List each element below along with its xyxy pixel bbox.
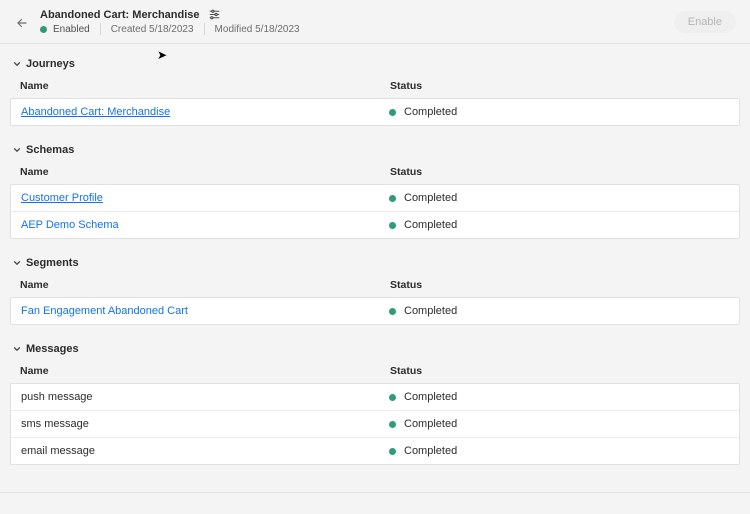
col-status-header: Status [390,279,730,291]
row-name: push message [21,391,389,403]
section-header-journeys[interactable]: Journeys [10,58,740,70]
created-label: Created 5/18/2023 [111,24,194,35]
row-status-label: Completed [404,219,457,231]
row-name[interactable]: AEP Demo Schema [21,219,389,231]
table-row[interactable]: push message Completed [11,384,739,410]
page-title: Abandoned Cart: Merchandise [40,9,200,21]
page-header: Abandoned Cart: Merchandise Enabled Crea… [0,0,750,44]
table-row[interactable]: sms message Completed [11,410,739,437]
table-row[interactable]: Customer Profile Completed [11,185,739,211]
row-status-label: Completed [404,305,457,317]
section-segments: Segments Name Status Fan Engagement Aban… [10,257,740,325]
col-status-header: Status [390,365,730,377]
row-name[interactable]: Fan Engagement Abandoned Cart [21,305,389,317]
status-dot-icon [389,308,396,315]
row-status: Completed [389,418,729,430]
col-name-header: Name [20,166,390,178]
divider [204,23,205,35]
section-header-schemas[interactable]: Schemas [10,144,740,156]
meta-row: Enabled Created 5/18/2023 Modified 5/18/… [40,23,674,35]
table-row[interactable]: Abandoned Cart: Merchandise Completed [11,99,739,125]
section-schemas: Schemas Name Status Customer Profile Com… [10,144,740,239]
col-name-header: Name [20,279,390,291]
row-status: Completed [389,106,729,118]
col-status-header: Status [390,166,730,178]
status-dot-icon [389,109,396,116]
chevron-down-icon [12,344,22,354]
row-status-label: Completed [404,445,457,457]
table-row[interactable]: email message Completed [11,437,739,464]
row-status: Completed [389,192,729,204]
row-status-label: Completed [404,192,457,204]
status-dot-icon [389,394,396,401]
footer-bar [0,492,750,514]
section-header-messages[interactable]: Messages [10,343,740,355]
header-main: Abandoned Cart: Merchandise Enabled Crea… [40,8,674,35]
schemas-rows: Customer Profile Completed AEP Demo Sche… [10,184,740,239]
chevron-down-icon [12,258,22,268]
section-title: Schemas [26,144,74,156]
status-dot-icon [389,222,396,229]
table-header: Name Status [10,156,740,184]
status-dot-icon [389,448,396,455]
title-row: Abandoned Cart: Merchandise [40,8,674,21]
divider [100,23,101,35]
status-dot-icon [389,195,396,202]
chevron-down-icon [12,145,22,155]
row-status-label: Completed [404,106,457,118]
settings-icon[interactable] [208,8,221,21]
journeys-rows: Abandoned Cart: Merchandise Completed [10,98,740,126]
col-status-header: Status [390,80,730,92]
row-status: Completed [389,219,729,231]
row-status: Completed [389,445,729,457]
enable-button[interactable]: Enable [674,11,736,33]
table-row[interactable]: Fan Engagement Abandoned Cart Completed [11,298,739,324]
row-name: email message [21,445,389,457]
status-dot-icon [389,421,396,428]
modified-label: Modified 5/18/2023 [215,24,300,35]
status-dot-icon [40,26,47,33]
table-header: Name Status [10,269,740,297]
row-name[interactable]: Abandoned Cart: Merchandise [21,106,389,118]
section-journeys: Journeys Name Status Abandoned Cart: Mer… [10,58,740,126]
chevron-down-icon [12,59,22,69]
page-root: { "header": { "title": "Abandoned Cart: … [0,0,750,514]
col-name-header: Name [20,80,390,92]
row-status: Completed [389,391,729,403]
section-title: Messages [26,343,79,355]
row-name: sms message [21,418,389,430]
row-status: Completed [389,305,729,317]
table-header: Name Status [10,355,740,383]
row-status-label: Completed [404,391,457,403]
section-title: Journeys [26,58,75,70]
section-header-segments[interactable]: Segments [10,257,740,269]
messages-rows: push message Completed sms message Compl… [10,383,740,465]
table-header: Name Status [10,70,740,98]
back-icon[interactable] [12,13,32,33]
segments-rows: Fan Engagement Abandoned Cart Completed [10,297,740,325]
content-area: Journeys Name Status Abandoned Cart: Mer… [0,44,750,465]
row-name[interactable]: Customer Profile [21,192,389,204]
section-title: Segments [26,257,79,269]
row-status-label: Completed [404,418,457,430]
section-messages: Messages Name Status push message Comple… [10,343,740,465]
status-label: Enabled [53,24,90,35]
table-row[interactable]: AEP Demo Schema Completed [11,211,739,238]
status-badge: Enabled [40,24,90,35]
col-name-header: Name [20,365,390,377]
